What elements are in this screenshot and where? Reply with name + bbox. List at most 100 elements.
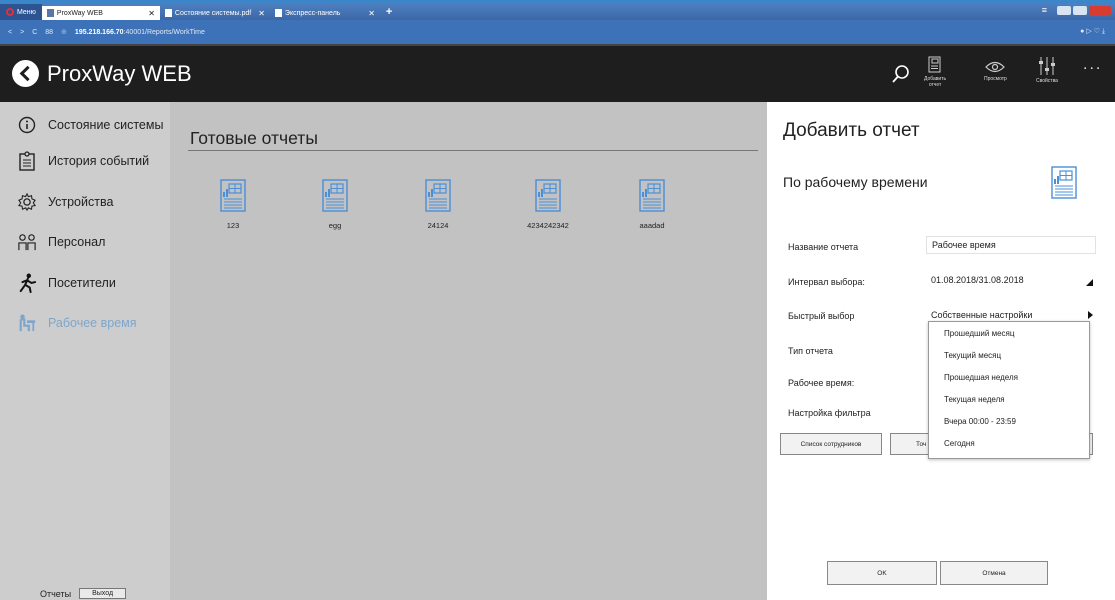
employee-list-button[interactable]: Список сотрудников	[780, 433, 882, 455]
sidebar-item-label: Рабочее время	[48, 316, 137, 330]
speed-dial-icon	[274, 9, 282, 17]
dropdown-option[interactable]: Текущая неделя	[929, 388, 1089, 410]
sidebar-item-visitors[interactable]: Посетители	[18, 273, 116, 293]
close-tab-icon[interactable]: ✕	[368, 9, 375, 18]
back-circle-icon	[12, 60, 39, 87]
report-item[interactable]: 123	[203, 178, 263, 230]
report-item[interactable]: egg	[305, 178, 365, 230]
search-button[interactable]	[891, 64, 911, 86]
back-button[interactable]: <	[8, 29, 12, 36]
staff-icon	[18, 233, 36, 251]
panel-subtitle: По рабочему времени	[783, 174, 928, 190]
sidebar: Состояние системы История событий Устрой…	[0, 102, 170, 600]
more-menu-button[interactable]: ...	[1083, 57, 1102, 73]
speed-dial-button[interactable]: 88	[45, 29, 53, 36]
report-type-label: Тип отчета	[788, 346, 833, 356]
report-name: aaadad	[639, 221, 665, 230]
report-name: egg	[328, 221, 342, 230]
eye-icon	[985, 61, 1006, 73]
report-item[interactable]: aaadad	[622, 178, 682, 230]
dropdown-option[interactable]: Прошедшая неделя	[929, 366, 1089, 388]
filter-icon[interactable]: ≡	[1042, 5, 1047, 15]
walking-person-icon	[18, 273, 36, 293]
page-icon	[46, 9, 54, 17]
reload-button[interactable]: C	[32, 29, 37, 36]
report-item[interactable]: 24124	[408, 178, 468, 230]
app-logo[interactable]: ProxWay WEB	[12, 60, 192, 87]
sidebar-item-devices[interactable]: Устройства	[18, 192, 114, 212]
document-icon	[164, 9, 172, 17]
sidebar-item-work-time[interactable]: Рабочее время	[18, 314, 137, 332]
report-document-icon	[220, 179, 246, 212]
dropdown-option[interactable]: Вчера 00:00 - 23:59	[929, 410, 1089, 432]
dropdown-option[interactable]: Прошедший месяц	[929, 322, 1089, 344]
report-item[interactable]: 4234242342	[518, 178, 578, 230]
sidebar-item-staff[interactable]: Персонал	[18, 233, 105, 251]
browser-tab-bar: Меню ProxWay WEB ✕ Состояние системы.pdf…	[0, 4, 1115, 20]
search-icon	[892, 65, 909, 83]
report-name-label: Название отчета	[788, 242, 859, 252]
browser-tab-label: Состояние системы.pdf	[174, 9, 252, 17]
title-divider	[188, 150, 758, 151]
dropdown-option[interactable]: Сегодня	[929, 432, 1089, 454]
browser-extensions[interactable]: ● ▷ ♡ ⤓	[1080, 27, 1105, 36]
browser-tab-proxway[interactable]: ProxWay WEB ✕	[41, 6, 160, 20]
quick-select-menu: Прошедший месяц Текущий месяц Прошедшая …	[928, 321, 1090, 459]
url-field[interactable]: 195.218.166.70:40001/Reports/WorkTime	[75, 29, 205, 36]
sidebar-item-label: Устройства	[48, 195, 114, 209]
browser-tab-label: ProxWay WEB	[56, 9, 103, 17]
sliders-icon	[1038, 57, 1055, 75]
browser-tab-label: Экспресс-панель	[284, 9, 341, 17]
sidebar-item-label: Посетители	[48, 276, 116, 290]
work-time-label: Рабочее время:	[788, 378, 855, 388]
maximize-button[interactable]	[1073, 5, 1087, 15]
sidebar-footer: Отчеты Выход	[40, 588, 127, 599]
worktime-icon	[18, 314, 36, 332]
dropdown-option[interactable]: Текущий месяц	[929, 344, 1089, 366]
report-document-icon	[322, 179, 348, 212]
app-name: ProxWay WEB	[47, 60, 192, 86]
report-name-input[interactable]: Рабочее время	[926, 236, 1096, 254]
browser-tab-pdf[interactable]: Состояние системы.pdf ✕	[160, 6, 270, 20]
interval-value: 01.08.2018/31.08.2018	[931, 275, 1024, 285]
chevron-right-icon	[1088, 311, 1093, 319]
sidebar-item-event-history[interactable]: История событий	[18, 151, 150, 171]
new-tab-button[interactable]: +	[380, 6, 398, 18]
ok-button[interactable]: OK	[827, 561, 937, 585]
properties-button[interactable]: Свойства	[1036, 56, 1058, 84]
reports-link[interactable]: Отчеты	[40, 589, 71, 599]
cancel-button[interactable]: Отмена	[940, 561, 1048, 585]
add-report-icon	[928, 56, 941, 73]
forward-button[interactable]: >	[20, 29, 24, 36]
sidebar-item-label: Состояние системы	[48, 118, 164, 132]
sidebar-item-system-status[interactable]: Состояние системы	[18, 116, 163, 134]
close-tab-icon[interactable]: ✕	[258, 9, 265, 18]
browser-menu-button[interactable]: Меню	[0, 4, 42, 20]
report-document-icon	[425, 179, 451, 212]
add-report-button[interactable]: Добавить отчет	[924, 56, 946, 88]
filter-settings-label: Настройка фильтра	[788, 408, 871, 418]
info-icon	[18, 116, 36, 134]
main-content: Готовые отчеты 123 egg 24124 4234242342 …	[170, 102, 767, 600]
interval-picker[interactable]: 01.08.2018/31.08.2018	[926, 271, 1096, 289]
report-name: 4234242342	[527, 221, 569, 230]
close-tab-icon[interactable]: ✕	[148, 9, 155, 18]
panel-title: Добавить отчет	[783, 120, 920, 141]
url-host: 195.218.166.70	[74, 28, 124, 36]
window-controls: ≡	[1042, 5, 1111, 15]
report-type-icon	[1048, 164, 1080, 205]
page-title: Готовые отчеты	[190, 128, 318, 148]
properties-label: Свойства	[1036, 78, 1058, 84]
sidebar-item-label: История событий	[48, 154, 150, 168]
interval-label: Интервал выбора:	[788, 277, 865, 287]
browser-menu-label: Меню	[17, 8, 36, 16]
minimize-button[interactable]	[1057, 5, 1071, 15]
report-name: 123	[226, 221, 240, 230]
preview-label: Просмотр	[984, 76, 1007, 82]
preview-button[interactable]: Просмотр	[984, 60, 1007, 82]
sidebar-item-label: Персонал	[48, 235, 106, 249]
close-window-button[interactable]	[1089, 5, 1111, 15]
report-name: 24124	[427, 221, 449, 230]
logout-button[interactable]: Выход	[79, 588, 127, 599]
browser-tab-speeddial[interactable]: Экспресс-панель ✕	[270, 6, 380, 20]
